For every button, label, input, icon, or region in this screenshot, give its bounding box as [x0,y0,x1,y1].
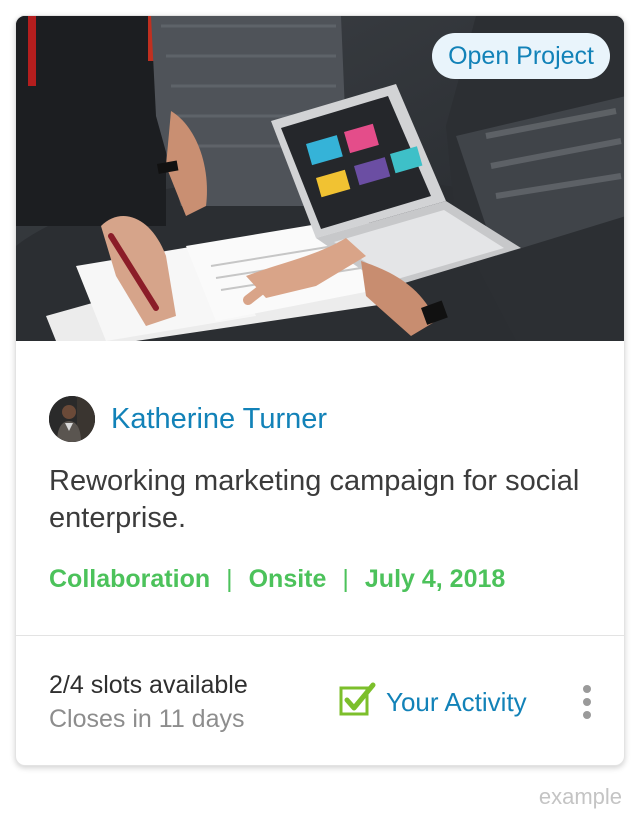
author-row: Katherine Turner [49,396,327,442]
your-activity-button[interactable]: Your Activity [338,682,527,722]
tag-date: July 4, 2018 [364,565,506,593]
project-tags: Collaboration | Onsite | July 4, 2018 [49,565,505,594]
tag-separator: | [226,565,233,593]
tag-category: Collaboration [49,565,211,593]
example-caption: example [538,784,622,809]
project-card[interactable]: Open Project Katherine Turner Reworking … [15,15,625,766]
project-cover-photo: Open Project [16,16,624,341]
tag-location: Onsite [248,565,327,593]
tag-separator: | [342,565,349,593]
project-description: Reworking marketing campaign for social … [49,465,580,534]
author-name-link[interactable]: Katherine Turner [111,403,327,436]
closes-in-text: Closes in 11 days [49,705,245,733]
checkbox-checked-icon [338,681,376,724]
open-project-badge[interactable]: Open Project [432,33,610,79]
slots-available-text: 2/4 slots available [49,671,248,699]
your-activity-label: Your Activity [386,686,527,717]
card-divider [16,635,624,636]
vertical-ellipsis-icon[interactable] [576,682,598,722]
author-avatar[interactable] [49,396,95,442]
